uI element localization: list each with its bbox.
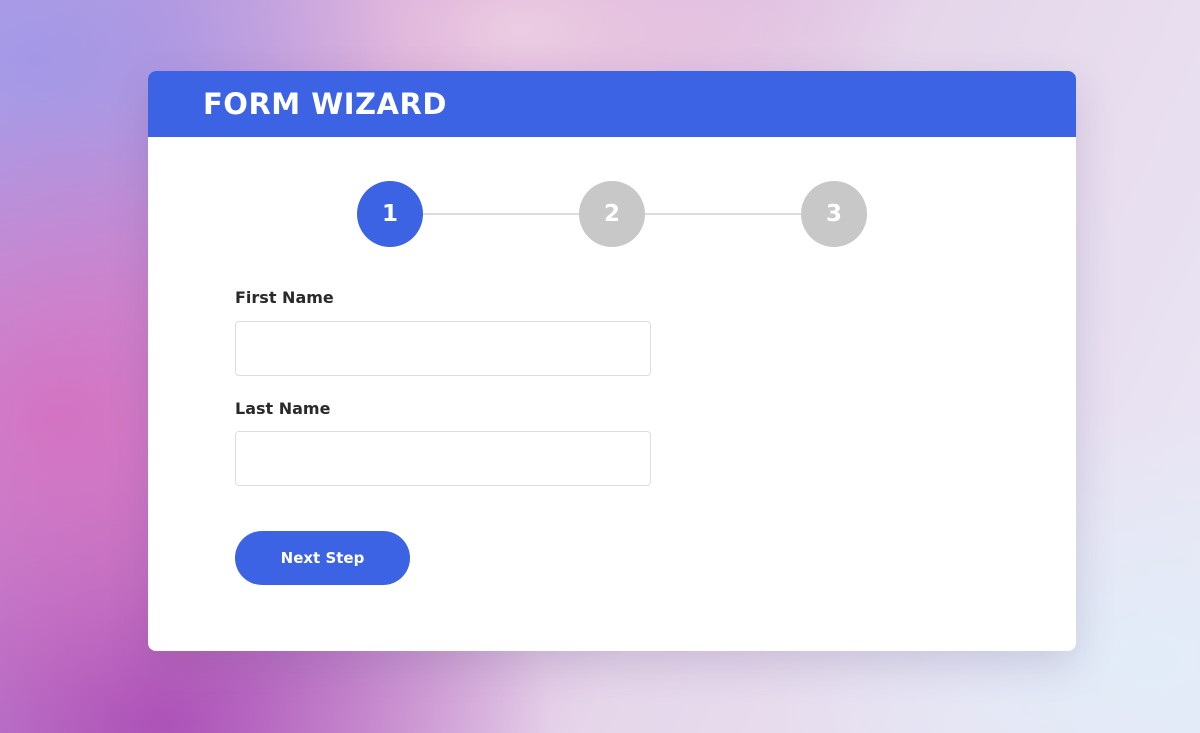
form-wizard-card: FORM WIZARD 1 2 3 First Name Last Name N…	[148, 71, 1076, 651]
step-connector	[421, 213, 581, 215]
step-connector	[643, 213, 803, 215]
step-3-circle[interactable]: 3	[801, 181, 867, 247]
step-indicator: 1 2 3	[357, 181, 867, 247]
step-2-circle[interactable]: 2	[579, 181, 645, 247]
card-header: FORM WIZARD	[148, 71, 1076, 137]
wizard-title: FORM WIZARD	[203, 87, 447, 121]
last-name-input[interactable]	[235, 431, 651, 486]
next-step-button[interactable]: Next Step	[235, 531, 410, 585]
step-1-circle[interactable]: 1	[357, 181, 423, 247]
first-name-label: First Name	[235, 288, 334, 307]
last-name-label: Last Name	[235, 399, 331, 418]
first-name-input[interactable]	[235, 321, 651, 376]
